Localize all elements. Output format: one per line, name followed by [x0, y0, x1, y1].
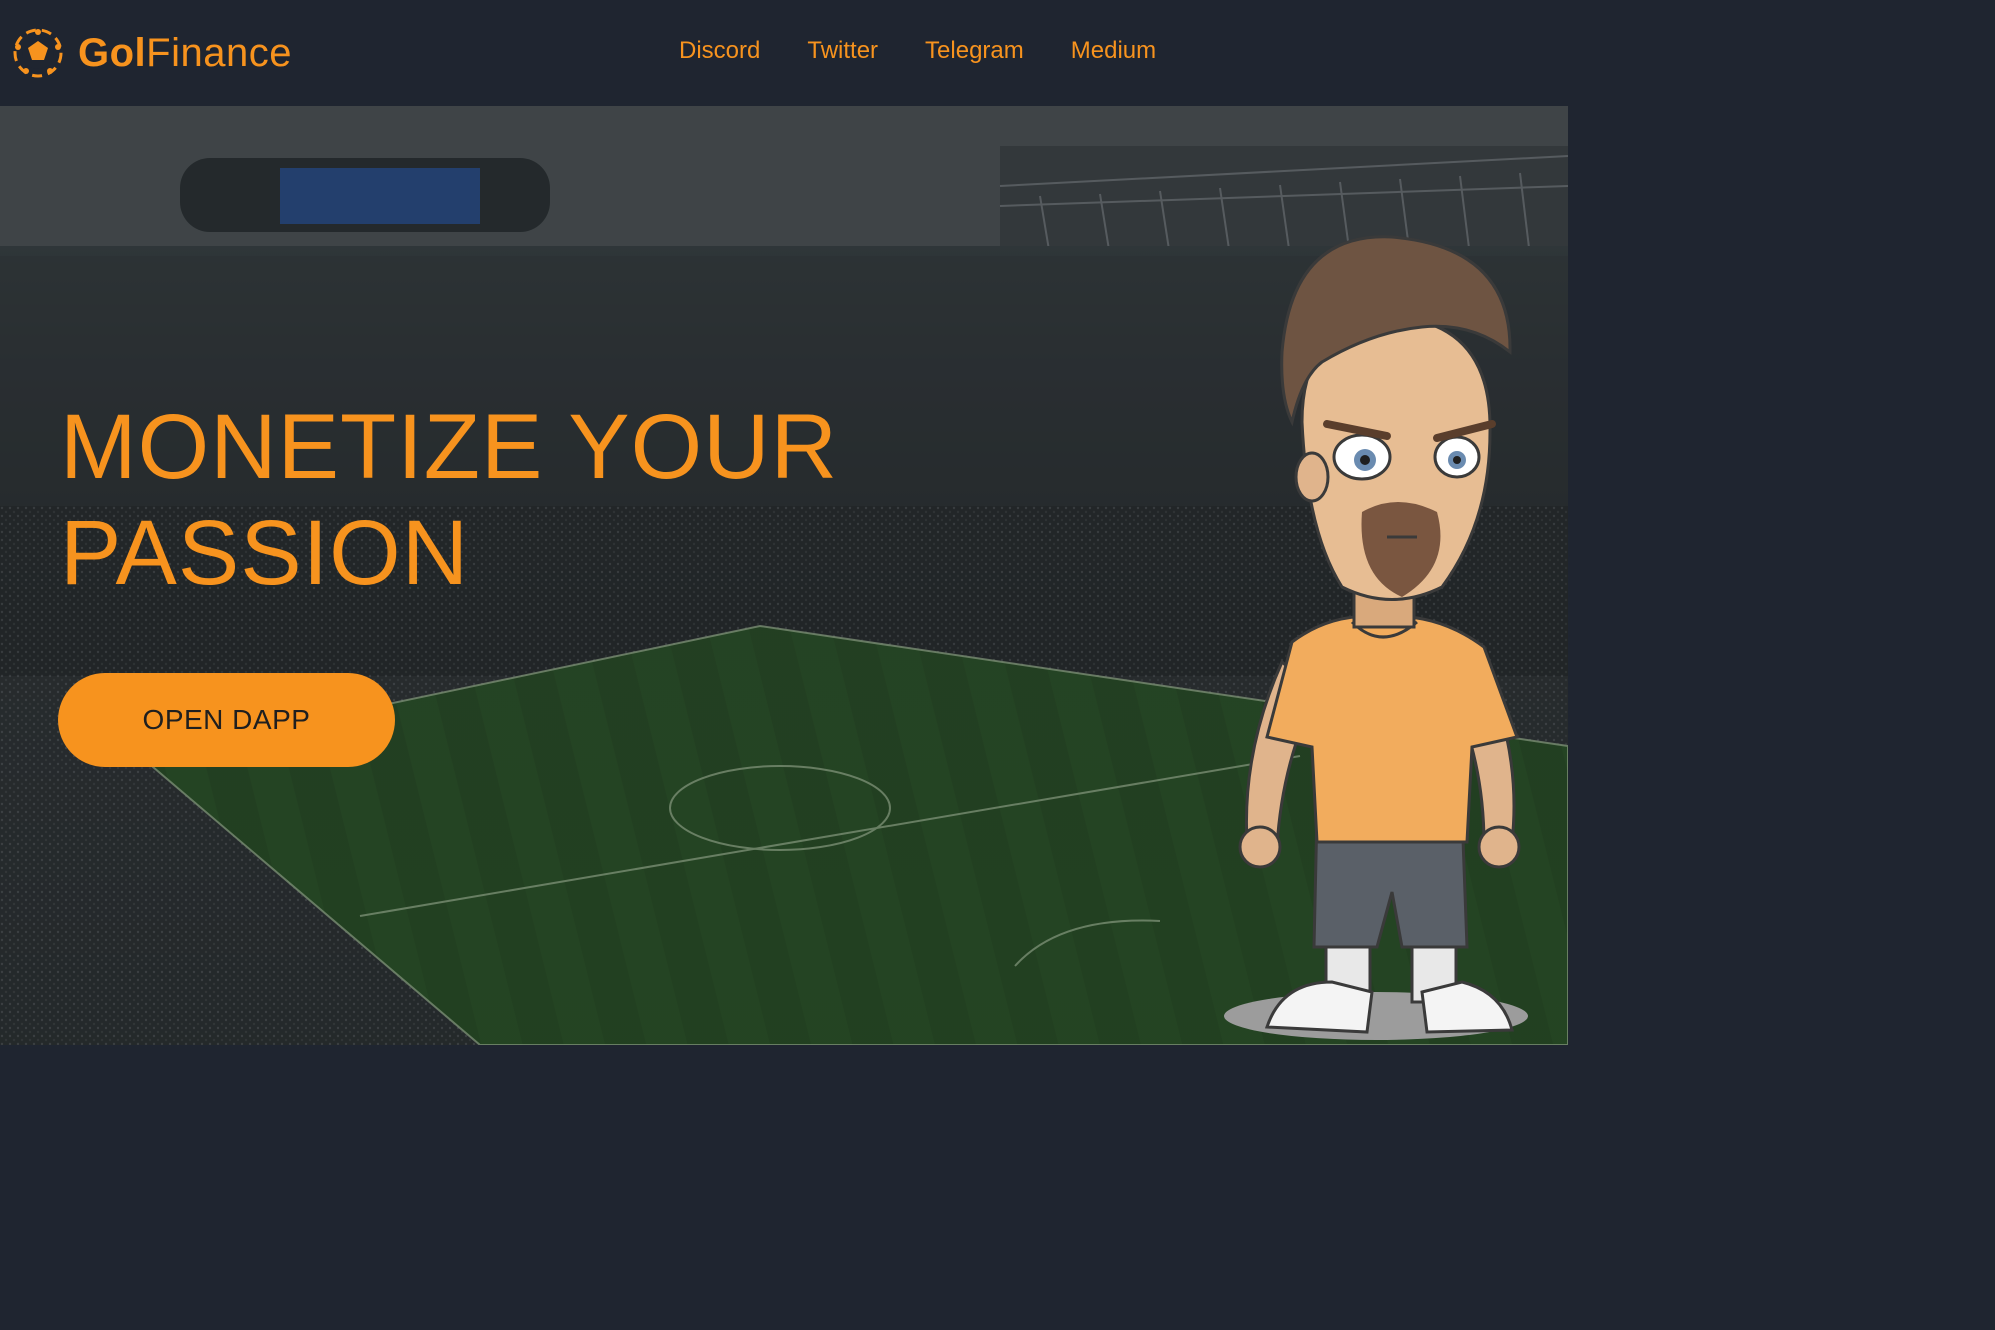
nav-links: Discord Twitter Telegram Medium	[679, 35, 1156, 67]
hero-title-line1: MONETIZE YOUR	[60, 396, 839, 498]
brand-name-gol: Gol	[78, 31, 147, 75]
open-dapp-button[interactable]: OPEN DAPP	[58, 673, 395, 767]
nav-link-discord[interactable]: Discord	[679, 35, 760, 67]
hero-title: MONETIZE YOUR PASSION	[60, 394, 960, 606]
nav-link-telegram[interactable]: Telegram	[925, 35, 1024, 67]
mascot-illustration	[1224, 235, 1528, 1040]
brand-name-finance: Finance	[146, 31, 292, 75]
nav-link-medium[interactable]: Medium	[1071, 35, 1156, 67]
nav-link-twitter[interactable]: Twitter	[807, 35, 878, 67]
top-navbar: GolFinance Discord Twitter Telegram Medi…	[0, 0, 1568, 106]
brand-name: GolFinance	[78, 33, 292, 73]
hero-section: MONETIZE YOUR PASSION OPEN DAPP	[0, 106, 1568, 1045]
soccer-ball-icon	[13, 28, 63, 78]
brand[interactable]: GolFinance	[12, 26, 292, 80]
hero-title-line2: PASSION	[60, 502, 470, 604]
